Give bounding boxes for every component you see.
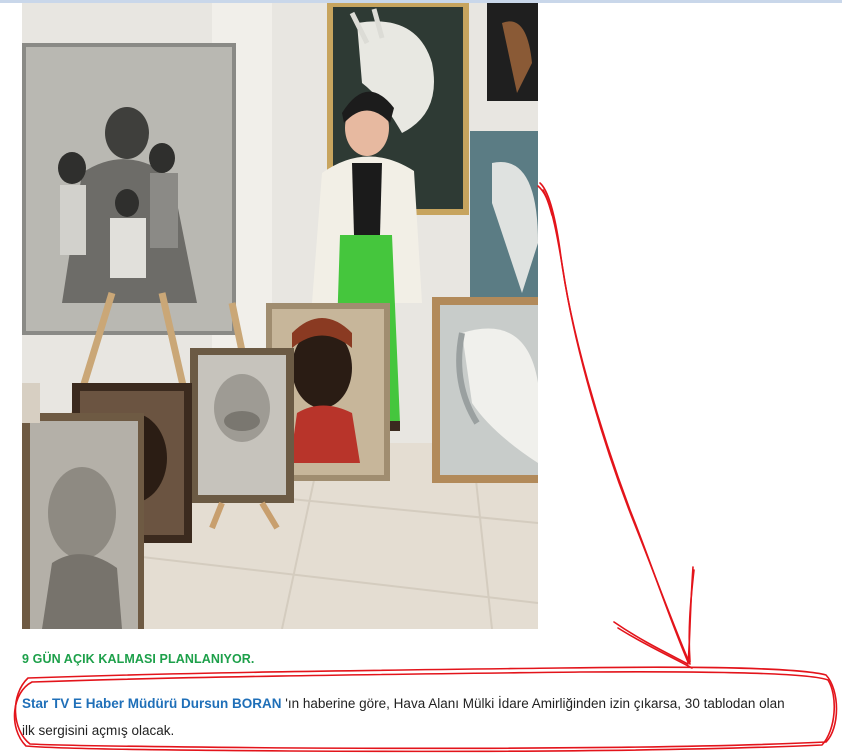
annotation-arrowhead [613, 566, 694, 665]
body-text-line2: ilk sergisini açmış olacak. [22, 723, 175, 738]
exhibition-photo [22, 3, 538, 629]
article-subheading: 9 GÜN AÇIK KALMASI PLANLANIYOR. [22, 652, 255, 666]
annotation-arrow-shaft [539, 182, 689, 663]
body-text-line1: 'ın haberine göre, Hava Alanı Mülki İdar… [281, 696, 785, 711]
article-paragraph: Star TV E Haber Müdürü Dursun BORAN 'ın … [22, 690, 822, 744]
article-page: 9 GÜN AÇIK KALMASI PLANLANIYOR. Star TV … [0, 0, 842, 754]
reporter-name: Star TV E Haber Müdürü Dursun BORAN [22, 696, 282, 711]
